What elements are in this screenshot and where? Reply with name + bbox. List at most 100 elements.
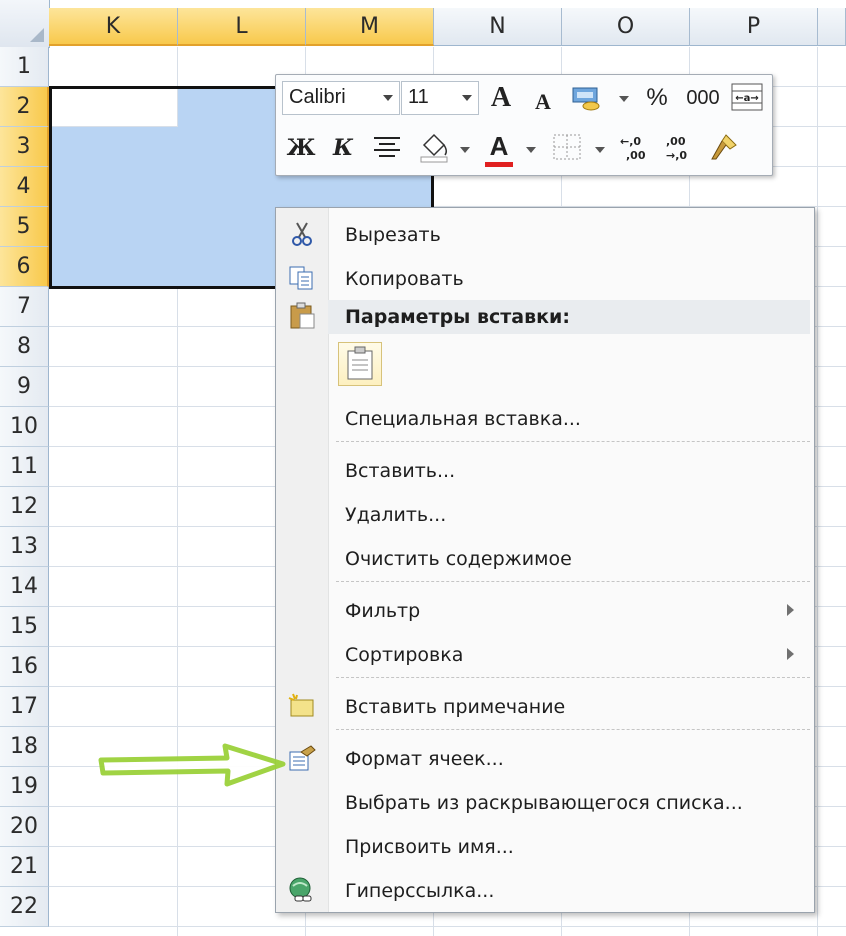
chevron-right-icon [787, 648, 794, 660]
paste-options-label: Параметры вставки: [345, 306, 570, 328]
menu-item-delete[interactable]: Удалить... [276, 494, 814, 534]
svg-text:→,0: →,0 [666, 149, 687, 162]
row-header-22[interactable]: 22 [0, 887, 49, 927]
row-header-16[interactable]: 16 [0, 647, 49, 687]
thousands-icon: 000 [686, 87, 720, 109]
menu-separator [336, 441, 810, 442]
column-header-k[interactable]: K [49, 8, 178, 46]
chevron-down-icon[interactable] [460, 147, 470, 153]
bold-button[interactable]: Ж [286, 133, 316, 163]
row-header-5[interactable]: 5 [0, 207, 49, 247]
clipboard-icon [290, 302, 315, 329]
menu-item-hyperlink[interactable]: Гиперссылка... [276, 870, 814, 910]
row-header-7[interactable]: 7 [0, 287, 49, 327]
font-color-button[interactable]: A [484, 131, 514, 167]
font-size-value: 11 [408, 86, 429, 108]
row-header-9[interactable]: 9 [0, 367, 49, 407]
grow-font-button[interactable]: A [486, 83, 516, 113]
thousands-separator-button[interactable]: 000 [682, 83, 724, 113]
row-header-10[interactable]: 10 [0, 407, 49, 447]
font-name-value: Calibri [289, 86, 346, 108]
row-header-17[interactable]: 17 [0, 687, 49, 727]
menu-label: Присвоить имя... [345, 836, 514, 858]
menu-item-pick-from-list[interactable]: Выбрать из раскрывающегося списка... [276, 782, 814, 822]
row-header-20[interactable]: 20 [0, 807, 49, 847]
paste-button[interactable] [338, 342, 382, 386]
chevron-down-icon[interactable] [383, 95, 393, 101]
borders-icon [553, 134, 581, 160]
svg-text:←a→: ←a→ [735, 93, 759, 104]
column-header-m[interactable]: M [306, 8, 434, 46]
row-header-19[interactable]: 19 [0, 767, 49, 807]
menu-separator [336, 677, 810, 678]
select-all-corner[interactable] [0, 0, 50, 48]
context-menu: Вырезать Копировать Параметры вставки: С… [275, 207, 815, 913]
menu-item-insert[interactable]: Вставить... [276, 450, 814, 490]
row-header-11[interactable]: 11 [0, 447, 49, 487]
menu-label: Вставить примечание [345, 696, 566, 718]
chevron-right-icon [787, 604, 794, 616]
percent-icon: % [646, 84, 668, 111]
chevron-down-icon[interactable] [619, 96, 629, 102]
menu-label: Фильтр [345, 600, 421, 622]
menu-label: Выбрать из раскрывающегося списка... [345, 792, 743, 814]
menu-label: Вырезать [345, 224, 441, 246]
merge-center-button[interactable]: ←a→ [731, 83, 763, 113]
format-painter-icon [711, 134, 737, 160]
menu-item-copy[interactable]: Копировать [276, 258, 814, 298]
font-name-combo[interactable]: Calibri [282, 81, 400, 115]
row-header-8[interactable]: 8 [0, 327, 49, 367]
column-header-o[interactable]: O [562, 8, 690, 46]
row-header-3[interactable]: 3 [0, 127, 49, 167]
currency-icon [572, 87, 600, 111]
menu-item-cut[interactable]: Вырезать [276, 214, 814, 254]
row-header-21[interactable]: 21 [0, 847, 49, 887]
increase-decimal-button[interactable]: ←,0 ,00 [618, 133, 654, 163]
borders-button[interactable] [552, 133, 582, 163]
svg-text:,00: ,00 [666, 135, 686, 148]
chevron-down-icon[interactable] [526, 147, 536, 153]
shrink-font-button[interactable]: A [528, 87, 558, 117]
menu-separator [336, 581, 810, 582]
grow-font-icon: A [490, 82, 512, 113]
menu-item-clear-contents[interactable]: Очистить содержимое [276, 538, 814, 578]
column-header-partial[interactable] [818, 8, 846, 46]
row-header-2[interactable]: 2 [0, 87, 49, 127]
menu-item-sort[interactable]: Сортировка [276, 634, 814, 674]
menu-label: Формат ячеек... [345, 748, 504, 770]
decrease-decimal-button[interactable]: ,00 →,0 [664, 133, 700, 163]
row-header-18[interactable]: 18 [0, 727, 49, 767]
hyperlink-icon [289, 877, 312, 902]
row-header-6[interactable]: 6 [0, 247, 49, 287]
font-size-combo[interactable]: 11 [401, 81, 479, 115]
decrease-decimal-icon: ,00 →,0 [666, 135, 687, 162]
row-header-12[interactable]: 12 [0, 487, 49, 527]
column-header-p[interactable]: P [690, 8, 818, 46]
row-header-1[interactable]: 1 [0, 47, 49, 87]
chevron-down-icon[interactable] [595, 147, 605, 153]
row-header-15[interactable]: 15 [0, 607, 49, 647]
row-header-13[interactable]: 13 [0, 527, 49, 567]
row-header-4[interactable]: 4 [0, 167, 49, 207]
center-align-button[interactable] [372, 133, 402, 163]
italic-button[interactable]: К [328, 133, 358, 163]
accounting-format-button[interactable] [571, 83, 601, 113]
menu-label: Вставить... [345, 460, 456, 482]
menu-item-insert-comment[interactable]: Вставить примечание [276, 686, 814, 726]
svg-text:←,0: ←,0 [620, 135, 641, 148]
chevron-down-icon[interactable] [462, 95, 472, 101]
row-header-14[interactable]: 14 [0, 567, 49, 607]
menu-item-format-cells[interactable]: Формат ячеек... [276, 738, 814, 778]
percent-button[interactable]: % [642, 83, 672, 113]
merge-cells-icon: ←a→ [731, 83, 763, 111]
menu-item-define-name[interactable]: Присвоить имя... [276, 826, 814, 866]
menu-item-paste-special[interactable]: Специальная вставка... [276, 398, 814, 438]
fill-color-button[interactable] [418, 131, 448, 163]
format-painter-button[interactable] [708, 131, 738, 161]
paste-options-header-bar: Параметры вставки: [328, 300, 810, 334]
menu-label: Гиперссылка... [345, 880, 495, 902]
column-header-l[interactable]: L [178, 8, 306, 46]
column-header-n[interactable]: N [434, 8, 562, 46]
menu-item-filter[interactable]: Фильтр [276, 590, 814, 630]
svg-text:,00: ,00 [626, 149, 646, 162]
